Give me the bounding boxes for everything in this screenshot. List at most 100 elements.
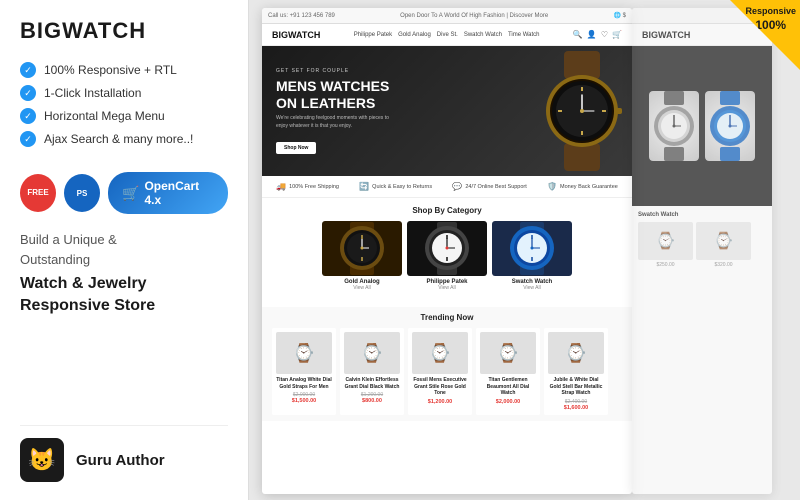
cat-img-swatch [492,221,572,276]
nav-link-5[interactable]: Time Watch [508,32,540,38]
product-name-5: Jubile & White Dial Gold Stell Bar Metal… [548,377,604,397]
hero-text-block: GET SET FOR COUPLE MENS WATCHESON LEATHE… [276,68,396,155]
product-price-1: $1,500.00 [276,398,332,404]
moneyback-text: Money Back Guarantee [560,184,618,190]
responsive-label: Responsive [745,6,796,16]
product-price-4: $2,000.00 [480,399,536,405]
side-product-2: ⌚ $320.00 [696,222,751,268]
product-name-2: Calvin Klein Effortless Grant Dial Black… [344,377,400,390]
cat-img-philippe [407,221,487,276]
product-name-1: Titan Analog White Dial Gold Straps For … [276,377,332,390]
side-product-img-2: ⌚ [696,222,751,260]
side-product-price-1: $250.00 [638,262,693,268]
opencart-badge[interactable]: 🛒 OpenCart 4.x [108,172,228,214]
side-watch-display [632,46,772,206]
trending-section: Trending Now ⌚ Titan Analog White Dial G… [262,307,632,421]
features-list: ✓ 100% Responsive + RTL ✓ 1-Click Instal… [20,62,228,154]
badges-row: FREE PS 🛒 OpenCart 4.x [20,172,228,214]
left-panel: BIGWATCH ✓ 100% Responsive + RTL ✓ 1-Cli… [0,0,248,500]
cat-img-gold [322,221,402,276]
feature-item-3: ✓ Horizontal Mega Menu [20,108,228,124]
check-icon-3: ✓ [20,108,36,124]
product-img-5: ⌚ [548,332,604,374]
product-img-4: ⌚ [480,332,536,374]
product-name-4: Titan Gentlemen Beaumont All Dial Watch [480,377,536,397]
product-card-2[interactable]: ⌚ Calvin Klein Effortless Grant Dial Bla… [340,328,404,415]
hero-sub: GET SET FOR COUPLE [276,68,396,74]
check-icon-1: ✓ [20,62,36,78]
product-card-3[interactable]: ⌚ Fossil Mens Executive Grant Stile Rose… [408,328,472,415]
cart-icon[interactable]: 🛒 [612,30,622,39]
side-watch-2 [705,91,755,161]
shipping-text: 100% Free Shipping [289,184,339,190]
feature-label-4: Ajax Search & many more..! [44,132,193,146]
responsive-percent: 100% [755,18,786,32]
side-product-grid: ⌚ $250.00 ⌚ $320.00 [638,222,766,268]
hero-watch-image [522,51,632,171]
moneyback-icon: 🛡️ [547,182,557,191]
category-philippe[interactable]: Philippe Patek View All [407,221,487,291]
product-price-2: $800.00 [344,398,400,404]
product-card-5[interactable]: ⌚ Jubile & White Dial Gold Stell Bar Met… [544,328,608,415]
preview-wrapper: Call us: +91 123 456 789 Open Door To A … [248,0,800,500]
highlight-text: Watch & Jewelry Responsive Store [20,273,228,318]
side-product-heading: Swatch Watch [638,212,766,218]
side-watch-1 [649,91,699,161]
side-product-list: Swatch Watch ⌚ $250.00 ⌚ $320.00 [632,206,772,274]
product-price-5: $1,600.00 [548,405,604,411]
product-img-2: ⌚ [344,332,400,374]
feature-label-1: 100% Responsive + RTL [44,63,177,77]
user-icon[interactable]: 👤 [587,30,597,39]
author-avatar: 😺 [20,438,64,482]
trending-title: Trending Now [272,313,622,322]
search-icon[interactable]: 🔍 [573,30,583,39]
nav-link-4[interactable]: Swatch Watch [464,32,502,38]
category-gold-analog[interactable]: Gold Analog View All [322,221,402,291]
topbar-lang: 🌐 $ [614,12,626,19]
categories-section: Shop By Category [262,198,632,307]
watch-jewelry-text: Watch & Jewelry Responsive Store [20,275,155,314]
categories-title: Shop By Category [272,206,622,215]
brand-title: BIGWATCH [20,18,228,44]
side-logo: BIGWATCH [642,30,690,40]
hero-desc: We're celebrating feelgood moments with … [276,115,396,130]
category-grid: Gold Analog View All [272,221,622,291]
badge-blue-label: PS [77,189,88,198]
nav-link-2[interactable]: Gold Analog [398,32,431,38]
cat-count-philippe: View All [407,285,487,291]
nav-link-3[interactable]: Dive St. [437,32,458,38]
check-icon-2: ✓ [20,85,36,101]
category-swatch[interactable]: Swatch Watch View All [492,221,572,291]
feature-support: 💬 24/7 Online Best Support [452,182,526,191]
wishlist-icon[interactable]: ♡ [601,30,608,39]
product-card-1[interactable]: ⌚ Titan Analog White Dial Gold Straps Fo… [272,328,336,415]
cat-count-swatch: View All [492,285,572,291]
product-card-4[interactable]: ⌚ Titan Gentlemen Beaumont All Dial Watc… [476,328,540,415]
feature-item-2: ✓ 1-Click Installation [20,85,228,101]
product-img-1: ⌚ [276,332,332,374]
cart-icon: 🛒 [122,185,139,202]
site-navbar: BIGWATCH Philippe Patek Gold Analog Dive… [262,24,632,46]
feature-shipping: 🚚 100% Free Shipping [276,182,339,191]
side-product-img-1: ⌚ [638,222,693,260]
feature-label-2: 1-Click Installation [44,86,141,100]
site-logo: BIGWATCH [272,30,320,40]
check-icon-4: ✓ [20,131,36,147]
free-badge: FREE [20,174,56,212]
topbar-promo: Open Door To A World Of High Fashion | D… [343,13,606,19]
returns-text: Quick & Easy to Returns [372,184,432,190]
support-icon: 💬 [452,182,462,191]
side-product-price-2: $320.00 [696,262,751,268]
product-price-3: $1,200.00 [412,399,468,405]
site-nav-links: Philippe Patek Gold Analog Dive St. Swat… [354,32,540,38]
product-name-3: Fossil Mens Executive Grant Stile Rose G… [412,377,468,397]
nav-link-1[interactable]: Philippe Patek [354,32,392,38]
support-text: 24/7 Online Best Support [465,184,526,190]
feature-returns: 🔄 Quick & Easy to Returns [359,182,432,191]
site-preview: Call us: +91 123 456 789 Open Door To A … [262,8,632,494]
side-navbar: BIGWATCH [632,24,772,46]
products-grid: ⌚ Titan Analog White Dial Gold Straps Fo… [272,328,622,415]
returns-icon: 🔄 [359,182,369,191]
hero-shop-btn[interactable]: Shop Now [276,142,316,154]
right-panel: Responsive 100% Call us: +91 123 456 789… [248,0,800,500]
